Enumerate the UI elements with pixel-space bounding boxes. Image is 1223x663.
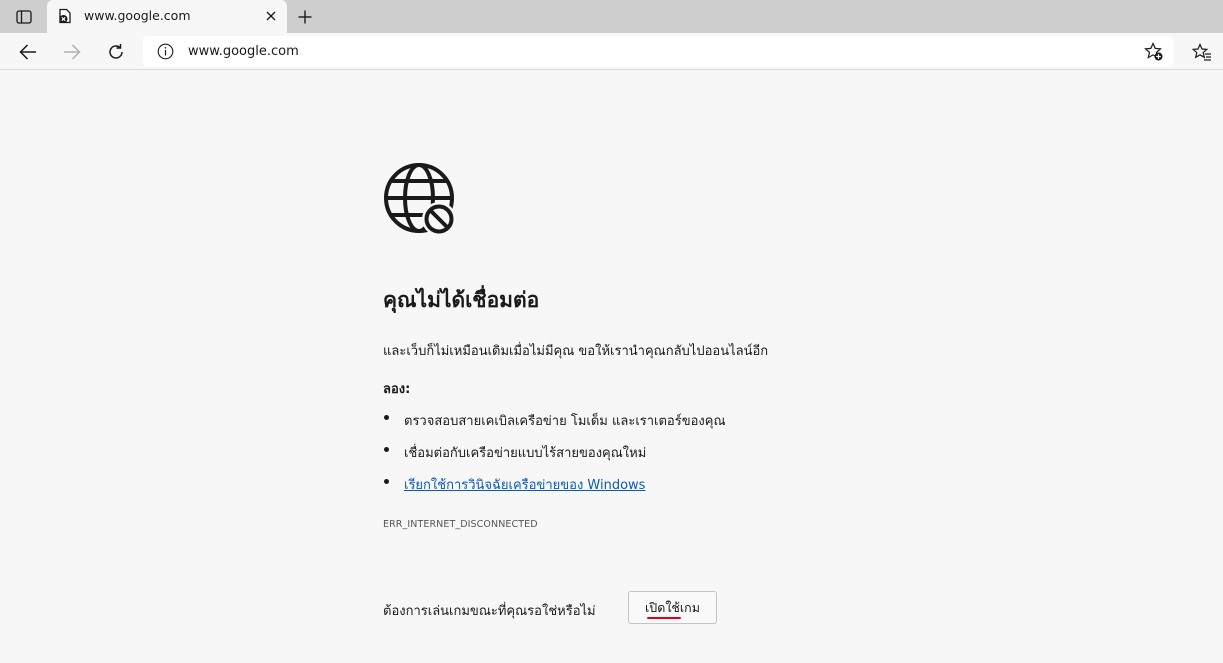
page-title: คุณไม่ได้เชื่อมต่อ xyxy=(383,288,540,312)
tab-active[interactable]: www.google.com xyxy=(47,0,287,33)
spellcheck-underline xyxy=(647,617,681,619)
suggestion-text: ตรวจสอบสายเคเบิลเครือข่าย โมเด็ม และเราเ… xyxy=(404,414,726,429)
list-item: ตรวจสอบสายเคเบิลเครือข่าย โมเด็ม และเราเ… xyxy=(383,410,726,442)
forward-arrow-icon[interactable] xyxy=(59,39,85,65)
back-arrow-icon[interactable] xyxy=(15,39,41,65)
close-icon[interactable] xyxy=(263,8,279,24)
bullet-dot xyxy=(384,479,389,484)
bullet-dot xyxy=(384,415,389,420)
star-add-icon[interactable] xyxy=(1144,42,1164,62)
list-item: เชื่อมต่อกับเครือข่ายแบบไร้สายของคุณใหม่ xyxy=(383,442,726,474)
tab-strip: www.google.com xyxy=(0,0,1223,33)
list-item: เรียกใช้การวินิจฉัยเครือข่ายของ Windows xyxy=(383,474,726,506)
info-icon[interactable] xyxy=(157,43,174,60)
address-bar[interactable]: www.google.com xyxy=(143,36,1173,67)
offline-page-icon xyxy=(57,8,73,24)
try-label: ลอง: xyxy=(383,382,411,397)
tab-title: www.google.com xyxy=(84,8,191,23)
favorites-icon[interactable] xyxy=(1189,39,1215,65)
error-code: ERR_INTERNET_DISCONNECTED xyxy=(383,519,538,530)
address-url[interactable]: www.google.com xyxy=(188,44,299,59)
bullet-dot xyxy=(384,447,389,452)
plus-icon[interactable] xyxy=(294,6,316,28)
suggestion-list: ตรวจสอบสายเคเบิลเครือข่าย โมเด็ม และเราเ… xyxy=(383,410,726,506)
game-prompt: ต้องการเล่นเกมขณะที่คุณรอใช่หรือไม่ xyxy=(383,604,596,619)
navigation-toolbar: www.google.com xyxy=(0,33,1223,70)
suggestion-text: เชื่อมต่อกับเครือข่ายแบบไร้สายของคุณใหม่ xyxy=(404,446,647,461)
error-description: และเว็บก็ไม่เหมือนเดิมเมื่อไม่มีคุณ ขอให… xyxy=(383,344,769,359)
enable-game-label: เปิดใช้เกม xyxy=(645,599,700,615)
refresh-icon[interactable] xyxy=(103,39,129,65)
tab-actions-icon[interactable] xyxy=(11,7,37,27)
enable-game-button[interactable]: เปิดใช้เกม xyxy=(628,591,717,624)
globe-blocked-icon xyxy=(383,160,458,238)
network-diagnostics-link[interactable]: เรียกใช้การวินิจฉัยเครือข่ายของ Windows xyxy=(404,478,645,493)
